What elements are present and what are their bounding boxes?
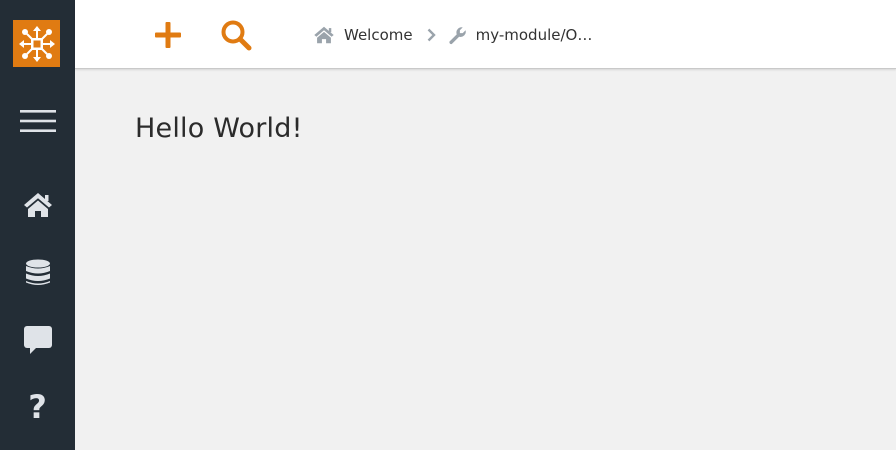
help-icon: ? — [28, 388, 47, 426]
home-icon — [313, 26, 335, 44]
app-logo[interactable] — [13, 20, 60, 67]
sidebar-item-help[interactable]: ? — [0, 382, 75, 432]
home-icon — [23, 193, 52, 217]
sidebar-item-database[interactable] — [0, 248, 75, 298]
breadcrumb-label: my-module/Op… — [475, 26, 594, 44]
breadcrumb-item-welcome[interactable]: Welcome — [313, 26, 413, 44]
sidebar: ? — [0, 0, 75, 450]
chat-icon — [23, 326, 52, 354]
add-button[interactable] — [148, 15, 188, 55]
top-bar: Welcome my-module/Op… — [75, 0, 896, 69]
breadcrumb: Welcome my-module/Op… — [313, 22, 594, 48]
sidebar-item-chat[interactable] — [0, 315, 75, 365]
search-icon — [221, 20, 252, 51]
sidebar-menu-toggle[interactable] — [0, 96, 75, 146]
hamburger-menu-icon — [19, 110, 56, 132]
app-logo-icon — [18, 25, 55, 62]
search-button[interactable] — [216, 15, 256, 55]
plus-icon — [155, 22, 181, 48]
chevron-right-icon — [427, 28, 436, 42]
sidebar-item-home[interactable] — [0, 180, 75, 230]
database-icon — [25, 259, 50, 285]
breadcrumb-item-module[interactable]: my-module/Op… — [448, 26, 594, 45]
page-title: Hello World! — [135, 113, 303, 144]
wrench-icon — [448, 26, 467, 45]
breadcrumb-label: Welcome — [344, 26, 413, 44]
